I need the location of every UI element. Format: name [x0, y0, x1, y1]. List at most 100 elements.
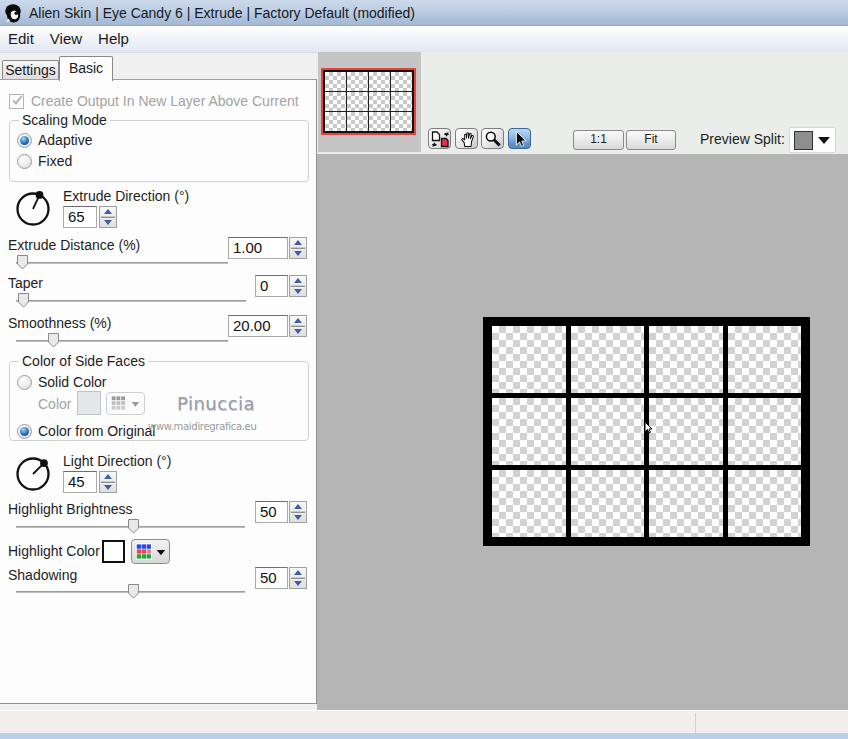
spin-down-icon[interactable]	[294, 289, 302, 294]
spinner-ridge	[291, 511, 305, 514]
scaling-fixed-option[interactable]: Fixed	[17, 153, 72, 169]
menu-edit[interactable]: Edit	[0, 26, 42, 52]
fixed-radio[interactable]	[17, 154, 32, 169]
fixed-label: Fixed	[38, 153, 72, 169]
zoom-tool-button[interactable]	[481, 128, 504, 149]
smoothness-label: Smoothness (%)	[8, 315, 111, 331]
spin-down-icon[interactable]	[104, 220, 112, 225]
create-output-row: Create Output In New Layer Above Current	[9, 93, 299, 109]
spin-down-icon[interactable]	[294, 329, 302, 334]
arrow-tool-button[interactable]	[508, 128, 531, 149]
color-side-faces-legend: Color of Side Faces	[19, 353, 148, 369]
spin-up-icon[interactable]	[294, 570, 302, 575]
smoothness-slider[interactable]	[16, 340, 228, 342]
solid-color-dropdown[interactable]	[106, 392, 145, 415]
adaptive-radio[interactable]	[17, 133, 32, 148]
extrude-distance-input[interactable]: 1.00	[228, 237, 288, 259]
spin-up-icon[interactable]	[294, 278, 302, 283]
color-from-original-option[interactable]: Color from Original	[17, 423, 155, 439]
tab-settings[interactable]: Settings	[2, 60, 59, 80]
spinner-ridge	[291, 325, 305, 328]
status-bar	[0, 710, 848, 734]
taper-input[interactable]: 0	[255, 275, 288, 297]
window-title: Alien Skin | Eye Candy 6 | Extrude | Fac…	[29, 5, 415, 21]
shadowing-thumb[interactable]	[128, 584, 139, 599]
menu-bar: Edit View Help	[0, 26, 848, 53]
watermark-url: www.maidiregrafica.eu	[148, 421, 257, 432]
preview-split-swatch	[794, 131, 813, 150]
spin-up-icon[interactable]	[294, 318, 302, 323]
hand-icon	[456, 129, 479, 150]
highlight-brightness-label: Highlight Brightness	[8, 501, 133, 517]
spin-down-icon[interactable]	[294, 581, 302, 586]
highlight-brightness-input[interactable]: 50	[255, 501, 288, 523]
spin-up-icon[interactable]	[104, 209, 112, 214]
highlight-brightness-spinner[interactable]	[289, 501, 307, 523]
navigator-thumbnail[interactable]	[321, 68, 416, 135]
create-output-checkbox[interactable]	[9, 94, 24, 109]
menu-help[interactable]: Help	[90, 26, 137, 52]
spin-down-icon[interactable]	[294, 251, 302, 256]
extrude-direction-spinner[interactable]	[99, 206, 117, 228]
navigator-grid-cell	[369, 92, 390, 111]
solid-color-option[interactable]: Solid Color	[17, 374, 106, 390]
image-grid-cell	[649, 470, 723, 537]
spin-up-icon[interactable]	[294, 240, 302, 245]
scaling-adaptive-option[interactable]: Adaptive	[17, 132, 92, 148]
preview-split-dropdown[interactable]	[789, 127, 836, 153]
extrude-direction-input[interactable]: 65	[63, 206, 97, 228]
preview-split-label: Preview Split:	[700, 131, 785, 147]
tab-basic[interactable]: Basic	[59, 56, 113, 81]
zoom-100-button[interactable]: 1:1	[573, 130, 624, 150]
shadowing-spinner[interactable]	[289, 567, 307, 589]
navigator-grid-cell	[325, 72, 346, 91]
navigator-grid-cell	[369, 112, 390, 131]
menu-view[interactable]: View	[42, 26, 90, 52]
smoothness-thumb[interactable]	[48, 333, 59, 348]
title-bar: Alien Skin | Eye Candy 6 | Extrude | Fac…	[0, 0, 848, 26]
spin-down-icon[interactable]	[294, 515, 302, 520]
mouse-cursor	[644, 421, 654, 435]
highlight-brightness-slider[interactable]	[16, 526, 245, 528]
solid-color-radio[interactable]	[17, 375, 32, 390]
spin-up-icon[interactable]	[104, 474, 112, 479]
navigator-grid-cell	[391, 72, 412, 91]
shadowing-input[interactable]: 50	[255, 567, 288, 589]
extrude-distance-spinner[interactable]	[289, 237, 307, 259]
highlight-brightness-thumb[interactable]	[128, 519, 139, 534]
spinner-ridge	[291, 577, 305, 580]
extrude-direction-dial[interactable]	[14, 189, 54, 229]
color-from-original-radio[interactable]	[17, 424, 32, 439]
navigator-grid	[323, 70, 414, 133]
image-grid-cell	[728, 326, 802, 393]
extrude-distance-slider[interactable]	[16, 262, 228, 264]
highlight-color-dropdown[interactable]	[131, 539, 170, 564]
shadowing-slider[interactable]	[16, 591, 245, 593]
taper-spinner[interactable]	[289, 275, 307, 297]
light-direction-input[interactable]: 45	[63, 471, 97, 493]
shadowing-label: Shadowing	[8, 567, 77, 583]
hand-tool-button[interactable]	[455, 128, 478, 149]
color-from-original-label: Color from Original	[38, 423, 155, 439]
fit-button[interactable]: Fit	[626, 130, 676, 150]
highlight-color-swatch[interactable]	[102, 540, 125, 563]
taper-thumb[interactable]	[18, 293, 29, 308]
highlight-color-label: Highlight Color	[8, 543, 100, 559]
arrow-cursor-icon	[509, 129, 532, 150]
taper-slider[interactable]	[16, 300, 246, 302]
smoothness-input[interactable]: 20.00	[228, 315, 288, 337]
app-icon	[5, 4, 22, 23]
smoothness-spinner[interactable]	[289, 315, 307, 337]
navigator	[318, 52, 421, 152]
color-label: Color	[38, 396, 71, 412]
image-grid-cell	[571, 326, 645, 393]
toggle-original-button[interactable]	[428, 128, 451, 149]
preview-area[interactable]	[317, 154, 848, 710]
extrude-distance-thumb[interactable]	[17, 255, 28, 270]
light-direction-spinner[interactable]	[99, 471, 117, 493]
spin-down-icon[interactable]	[104, 485, 112, 490]
solid-color-swatch[interactable]	[77, 391, 101, 415]
solid-color-label: Solid Color	[38, 374, 106, 390]
spin-up-icon[interactable]	[294, 504, 302, 509]
light-direction-dial[interactable]	[14, 454, 54, 494]
